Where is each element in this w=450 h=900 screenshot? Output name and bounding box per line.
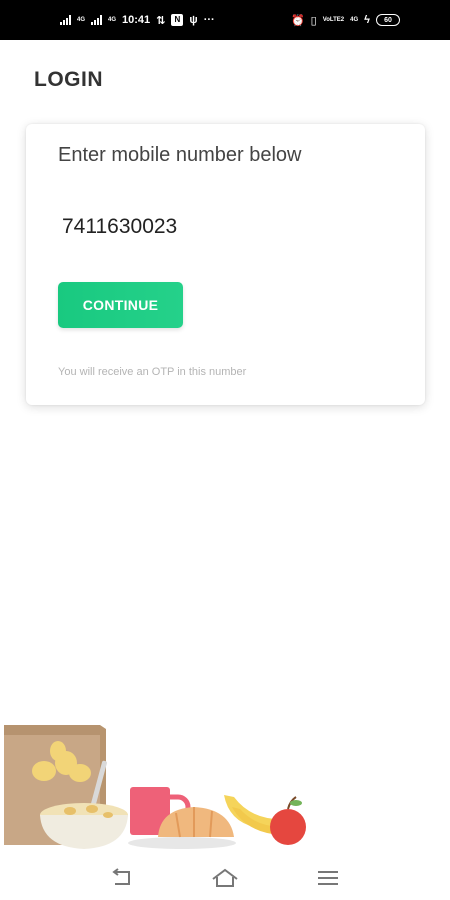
clock: 10:41 bbox=[122, 14, 151, 26]
card-heading: Enter mobile number below bbox=[58, 144, 302, 166]
navigation-bar bbox=[0, 855, 450, 900]
lte-label: 4G bbox=[350, 17, 359, 23]
status-bar: 4G 4G 10:41 ⇅ N ψ ··· ⏰ ▯ VoLTE2 4G ϟ 60 bbox=[0, 0, 450, 40]
data-icon: ⇅ bbox=[156, 14, 166, 27]
vibrate-icon: ▯ bbox=[310, 14, 317, 27]
home-button[interactable] bbox=[205, 863, 245, 893]
apple-icon bbox=[270, 796, 306, 845]
back-icon bbox=[111, 867, 130, 885]
otp-hint: You will receive an OTP in this number bbox=[58, 366, 247, 378]
signal-label-2: 4G bbox=[108, 17, 117, 23]
back-button[interactable] bbox=[102, 863, 142, 893]
home-icon bbox=[212, 868, 238, 887]
menu-icon bbox=[318, 870, 339, 885]
page-title: LOGIN bbox=[34, 68, 103, 91]
mobile-number-input[interactable] bbox=[62, 212, 382, 242]
signal-icon bbox=[60, 15, 71, 25]
battery-icon: 60 bbox=[376, 14, 400, 26]
network-label: VoLTE2 bbox=[322, 17, 345, 23]
usb-icon: ψ bbox=[189, 14, 198, 26]
menu-button[interactable] bbox=[308, 863, 348, 893]
notification-icon: N bbox=[171, 14, 184, 26]
login-card: Enter mobile number below CONTINUE You w… bbox=[26, 124, 425, 405]
signal-label: 4G bbox=[77, 17, 86, 23]
more-icon: ··· bbox=[203, 14, 215, 26]
breakfast-illustration bbox=[4, 725, 306, 849]
continue-button[interactable]: CONTINUE bbox=[58, 282, 183, 328]
charging-icon: ϟ bbox=[364, 14, 370, 26]
alarm-icon: ⏰ bbox=[290, 14, 305, 27]
signal-icon-2 bbox=[91, 15, 103, 25]
status-right: ⏰ ▯ VoLTE2 4G ϟ 60 bbox=[291, 14, 400, 27]
status-left: 4G 4G 10:41 ⇅ N ψ ··· bbox=[60, 14, 215, 27]
login-screen: 4G 4G 10:41 ⇅ N ψ ··· ⏰ ▯ VoLTE2 4G ϟ 60… bbox=[0, 0, 450, 900]
